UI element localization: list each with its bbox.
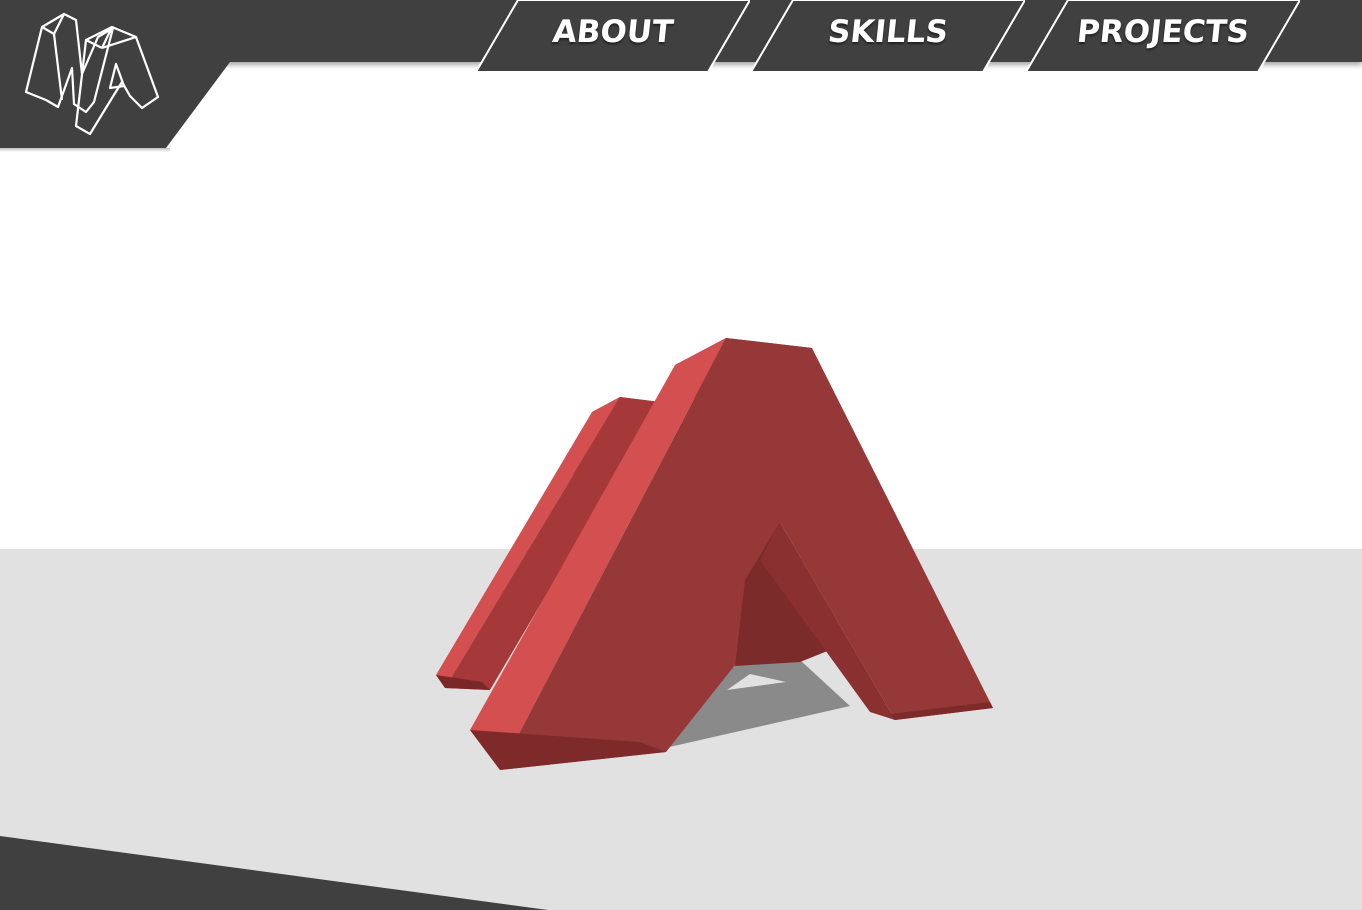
page-root: ABOUT SKILLS PROJECTS (0, 0, 1362, 910)
nav-item-skills[interactable]: SKILLS (751, 0, 1025, 74)
nav-item-projects[interactable]: PROJECTS (1026, 0, 1300, 74)
nav-label-skills: SKILLS (826, 14, 950, 50)
3d-model-viewport[interactable] (0, 0, 1362, 910)
nav-item-about[interactable]: ABOUT (476, 0, 750, 74)
nav-label-projects: PROJECTS (1075, 14, 1251, 50)
na-monogram-icon (24, 12, 160, 136)
bottom-band (0, 836, 548, 910)
logo-panel-shadow (0, 148, 170, 152)
nav-label-about: ABOUT (550, 14, 676, 50)
